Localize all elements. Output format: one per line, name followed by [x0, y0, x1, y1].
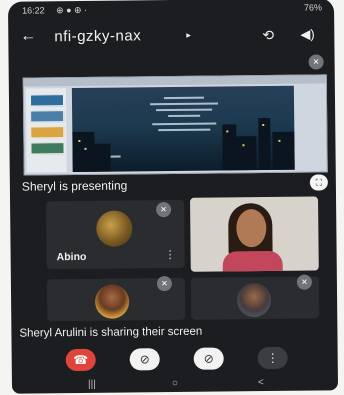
lit-window [84, 147, 87, 150]
avatar [94, 284, 130, 319]
mic-off-icon: ✕ [296, 274, 312, 290]
back-arrow-icon[interactable]: ← [20, 27, 36, 45]
more-options-button[interactable]: ⋮ [257, 346, 288, 370]
slide-thumbnail [30, 142, 65, 155]
lit-window [226, 130, 229, 133]
lit-window [78, 139, 81, 142]
lit-window [278, 139, 281, 142]
meeting-app-bar: ← nfi-gzky-nax ▸ ⟲ ◀) [8, 20, 334, 53]
participant-name: Abino [56, 250, 87, 264]
participant-face [236, 209, 267, 248]
fullscreen-icon[interactable]: ⛶ [309, 174, 328, 191]
speaker-icon[interactable]: ◀) [300, 27, 314, 43]
presenter-label: Sheryl is presenting [21, 178, 128, 194]
status-bar: 16:22 ⊕ ● ⊕ · 76% [8, 0, 334, 20]
end-call-button[interactable]: ☎ [65, 348, 96, 372]
slide-text-line [168, 114, 201, 118]
notification-icons: ⊕ ● ⊕ · [55, 4, 88, 16]
city-building [222, 124, 237, 171]
mic-off-icon: ✕ [308, 54, 324, 70]
meeting-code[interactable]: nfi-gzky-nax [54, 27, 141, 45]
camera-off-button[interactable]: ⊘ [129, 348, 160, 371]
slide-text-line [150, 102, 219, 106]
photo-background: 16:22 ⊕ ● ⊕ · 76% ← nfi-gzky-nax ▸ ⟲ ◀) … [0, 0, 344, 395]
battery-level: 76% [303, 2, 323, 13]
status-time: 16:22 [21, 5, 45, 16]
city-building [92, 143, 111, 172]
city-building [72, 131, 95, 173]
mic-off-button[interactable]: ⊘ [193, 347, 224, 370]
city-building [258, 117, 271, 171]
slide-text-line [152, 122, 217, 126]
slide-thumbnail [29, 94, 65, 107]
recents-icon[interactable]: ||| [88, 379, 96, 390]
slide-text-line [156, 108, 213, 112]
switch-camera-icon[interactable]: ⟲ [262, 27, 274, 44]
city-building [236, 136, 257, 171]
slide-text-line [163, 96, 204, 100]
phone-screen: 16:22 ⊕ ● ⊕ · 76% ← nfi-gzky-nax ▸ ⟲ ◀) … [7, 0, 339, 394]
slide-text-line [158, 128, 211, 132]
nav-back-icon[interactable]: < [258, 377, 264, 388]
mic-off-icon: ✕ [156, 276, 172, 292]
slide-thumbnail [30, 126, 65, 139]
slide-thumbnail [30, 110, 65, 123]
participant-clothing [222, 250, 283, 272]
screen-share-banner: Sheryl Arulini is sharing their screen [19, 325, 203, 340]
lit-window [242, 144, 245, 147]
shared-screen-view[interactable] [22, 74, 328, 176]
home-icon[interactable]: ○ [172, 378, 178, 389]
avatar [96, 210, 133, 247]
mic-off-icon: ✕ [156, 202, 172, 218]
avatar [236, 282, 272, 318]
android-nav-bar: ||| ○ < [12, 376, 338, 393]
more-options-icon[interactable]: ⋮ [165, 248, 176, 261]
slide-thumbnail-pane [25, 88, 67, 173]
city-building [272, 131, 295, 170]
current-slide [71, 85, 295, 173]
caret-right-icon[interactable]: ▸ [186, 30, 191, 41]
participant-video-tile[interactable] [190, 196, 319, 272]
lit-window [262, 124, 265, 127]
